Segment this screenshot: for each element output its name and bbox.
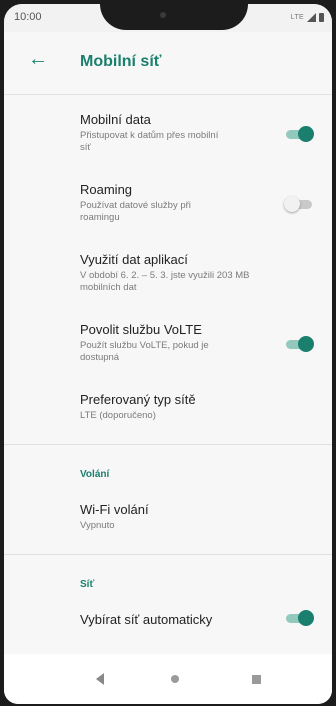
setting-summary: LTE (doporučeno) (80, 410, 156, 421)
setting-auto-network[interactable]: Vybírat síť automaticky (4, 610, 332, 627)
setting-label: Preferovaný typ sítě (80, 392, 196, 407)
section-divider (4, 444, 332, 445)
setting-mobile-data[interactable]: Mobilní data Přistupovat k datům přes mo… (4, 112, 332, 154)
toggle-thumb (284, 196, 300, 212)
setting-summary: Vypnuto (80, 520, 115, 531)
setting-summary-line1: V období 6. 2. – 5. 3. jste využili 203 … (80, 270, 250, 281)
section-header-network: Síť (80, 579, 95, 590)
setting-wifi-calling[interactable]: Wi-Fi volání Vypnuto (4, 502, 332, 532)
section-divider (4, 554, 332, 555)
system-icons: LTE (291, 13, 324, 22)
setting-label: Mobilní data (80, 112, 151, 127)
setting-summary-line2: dostupná (80, 352, 120, 363)
navigation-bar (4, 654, 332, 704)
app-bar: ← Mobilní síť (4, 32, 332, 95)
setting-label: Využití dat aplikací (80, 252, 188, 267)
page-title: Mobilní síť (80, 53, 162, 70)
recents-square-icon[interactable] (252, 675, 261, 684)
setting-volte[interactable]: Povolit službu VoLTE Použít službu VoLTE… (4, 322, 332, 364)
setting-summary-line2: síť (80, 142, 91, 153)
status-bar: 10:00 LTE (4, 4, 332, 32)
setting-summary-line2: mobilních dat (80, 282, 137, 293)
setting-label: Wi-Fi volání (80, 502, 149, 517)
status-time: 10:00 (14, 11, 42, 23)
camera-notch (100, 4, 248, 30)
toggle-thumb (298, 336, 314, 352)
setting-summary-line1: Použít službu VoLTE, pokud je (80, 340, 209, 351)
setting-label: Vybírat síť automaticky (80, 612, 213, 627)
volte-toggle[interactable] (284, 336, 314, 352)
roaming-toggle[interactable] (284, 196, 314, 212)
arrow-left-icon[interactable]: ← (28, 48, 48, 71)
setting-label: Povolit službu VoLTE (80, 322, 202, 337)
signal-icon (307, 13, 316, 22)
setting-label: Roaming (80, 182, 133, 197)
toggle-thumb (298, 126, 314, 142)
setting-summary-line1: Používat datové služby při (80, 200, 191, 211)
back-triangle-icon[interactable] (96, 673, 104, 685)
section-header-calls: Volání (80, 469, 110, 480)
setting-summary-line2: roamingu (80, 212, 120, 223)
phone-screen: 10:00 LTE ← Mobilní síť Mobilní data Při… (4, 4, 332, 704)
settings-list: Mobilní data Přistupovat k datům přes mo… (4, 96, 332, 627)
auto-network-toggle[interactable] (284, 610, 314, 626)
network-type-label: LTE (290, 14, 304, 21)
camera-icon (160, 12, 166, 18)
setting-roaming[interactable]: Roaming Používat datové služby při roami… (4, 182, 332, 224)
mobile-data-toggle[interactable] (284, 126, 314, 142)
home-circle-icon[interactable] (171, 675, 179, 683)
setting-preferred-network[interactable]: Preferovaný typ sítě LTE (doporučeno) (4, 392, 332, 422)
toggle-thumb (298, 610, 314, 626)
battery-icon (319, 13, 324, 22)
setting-summary-line1: Přistupovat k datům přes mobilní (80, 130, 219, 141)
setting-data-usage[interactable]: Využití dat aplikací V období 6. 2. – 5.… (4, 252, 332, 294)
